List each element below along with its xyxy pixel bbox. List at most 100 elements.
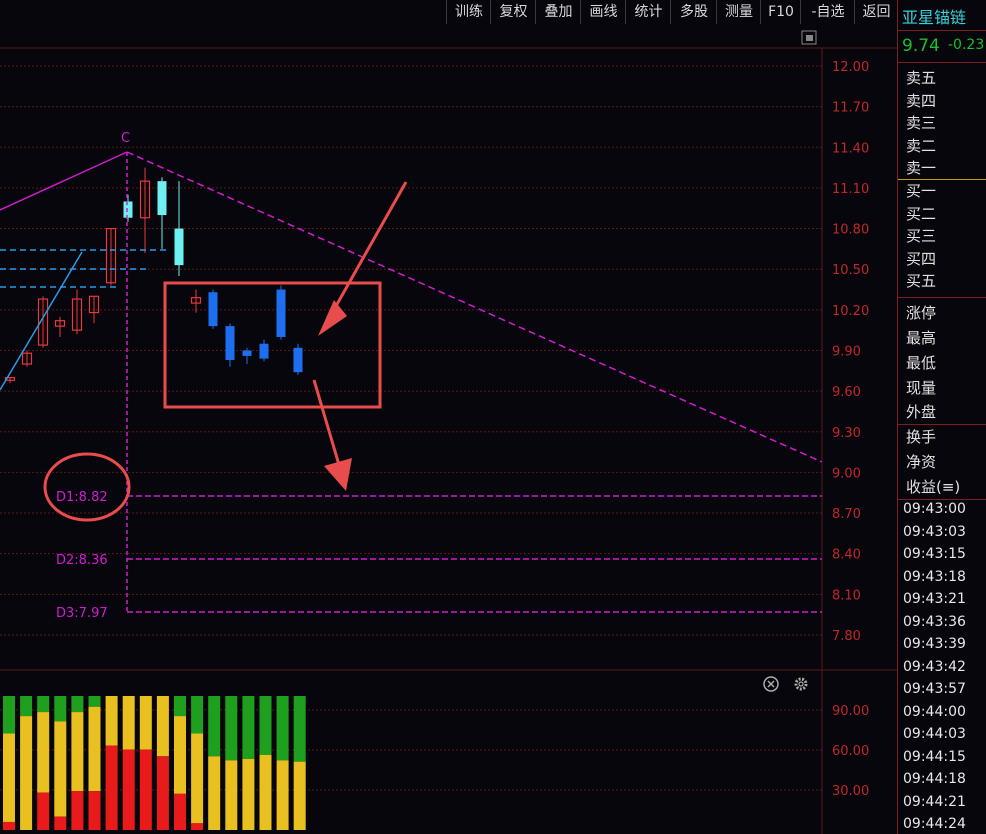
tick-time: 09:43:36 — [903, 613, 966, 630]
tick-time: 09:44:03 — [903, 726, 966, 742]
tick-time: 09:43:57 — [903, 681, 966, 697]
indicator-bar — [225, 696, 238, 830]
candle — [21, 350, 33, 367]
trend-line — [0, 251, 83, 391]
wave-line — [126, 151, 823, 463]
arrow-head — [318, 300, 347, 336]
price-tick-label: 11.40 — [832, 141, 869, 156]
price-tick-label: 11.10 — [832, 182, 869, 197]
indicator-bar — [139, 696, 152, 830]
wave-line — [0, 151, 128, 211]
buy-level-4: 买四 — [906, 249, 937, 268]
arrow-line — [312, 379, 344, 476]
stat-label-3: 现量 — [906, 379, 937, 397]
stat-label-5: 换手 — [906, 428, 937, 446]
arrow-head — [324, 458, 352, 491]
toolbar-button-1[interactable]: 复权 — [490, 0, 536, 24]
highlight-ellipse — [43, 452, 131, 522]
tick-time: 09:43:00 — [903, 501, 966, 517]
tick-time: 09:44:00 — [903, 703, 966, 720]
stat-label-7: 收益(≡) — [906, 478, 961, 496]
toolbar-button-7[interactable]: F10 — [760, 0, 801, 24]
tick-time: 09:43:15 — [903, 546, 966, 562]
candle — [157, 177, 167, 249]
price-tick-label: 8.10 — [832, 588, 861, 603]
candle — [71, 289, 83, 335]
buy-level-3: 买三 — [906, 227, 937, 246]
indicator-bar — [191, 696, 204, 830]
indicator-bar — [242, 696, 255, 830]
price-tick-label: 10.20 — [832, 304, 869, 319]
stock-price: 9.74 — [902, 36, 940, 56]
price-tick-label: 12.00 — [832, 60, 869, 75]
price-tick-label: 10.80 — [832, 223, 869, 238]
candle — [276, 285, 286, 340]
gear-icon[interactable] — [794, 677, 808, 691]
indicator-bar — [156, 696, 169, 830]
tick-time: 09:44:21 — [903, 793, 966, 810]
toolbar-button-8[interactable]: -自选 — [800, 0, 855, 24]
toolbar-button-9[interactable]: 返回 — [854, 0, 898, 24]
stat-label-4: 外盘 — [906, 403, 937, 421]
candle — [293, 343, 303, 375]
price-tick-label: 9.60 — [832, 385, 861, 400]
tick-time: 09:44:24 — [903, 816, 966, 832]
candle — [259, 339, 269, 362]
tick-time: 09:43:39 — [903, 636, 966, 652]
peak-label: C — [121, 131, 130, 146]
sell-level-1: 卖一 — [906, 159, 937, 178]
toolbar-button-6[interactable]: 测量 — [716, 0, 761, 24]
tick-time: 09:43:21 — [903, 591, 966, 607]
indicator-bar — [122, 696, 135, 830]
tick-time: 09:43:03 — [903, 523, 966, 540]
sell-level-2: 卖二 — [906, 136, 937, 155]
tick-time: 09:43:42 — [903, 658, 966, 675]
toolbar-button-5[interactable]: 多股 — [670, 0, 717, 24]
buy-level-2: 买二 — [906, 204, 937, 223]
sell-level-5: 卖五 — [906, 69, 937, 87]
buy-level-1: 买一 — [906, 182, 937, 200]
indicator-bar — [37, 696, 50, 830]
price-tick-label: 8.40 — [832, 548, 861, 563]
toolbar-button-3[interactable]: 画线 — [580, 0, 626, 24]
toolbar-button-4[interactable]: 统计 — [625, 0, 671, 24]
indicator-bar — [105, 696, 118, 830]
arrow-line — [325, 181, 408, 323]
candle — [225, 323, 235, 367]
indicator-tick-label: 60.00 — [832, 744, 869, 759]
price-tick-label: 7.80 — [832, 629, 861, 644]
sell-level-3: 卖三 — [906, 114, 937, 133]
candle — [190, 289, 202, 313]
price-tick-label: 11.70 — [832, 101, 869, 116]
price-tick-label: 10.50 — [832, 263, 869, 278]
candle — [123, 194, 133, 222]
indicator-bar — [174, 696, 186, 830]
candle — [242, 347, 252, 365]
indicator-bar — [276, 696, 289, 830]
indicator-tick-label: 30.00 — [832, 784, 869, 799]
stock-change: -0.23 — [948, 37, 985, 53]
highlight-box — [163, 281, 382, 409]
toolbar-button-0[interactable]: 训练 — [446, 0, 491, 24]
target-label-d1: D1:8.82 — [56, 490, 108, 505]
indicator-bar — [259, 696, 272, 830]
toolbar-button-2[interactable]: 叠加 — [535, 0, 581, 24]
indicator-bar — [3, 696, 15, 830]
stat-label-6: 净资 — [906, 453, 937, 471]
candle — [208, 289, 218, 329]
price-tick-label: 8.70 — [832, 507, 861, 522]
candle — [174, 181, 184, 276]
candle — [139, 167, 151, 253]
stat-label-0: 涨停 — [906, 304, 937, 322]
candle — [54, 316, 66, 337]
close-icon[interactable] — [763, 676, 779, 692]
indicator-bar — [88, 696, 101, 830]
indicator-bar — [54, 696, 67, 830]
toolbar: 训练 复权 叠加 画线 统计 多股 测量 F10 -自选 返回 — [0, 0, 897, 24]
tick-time: 09:44:18 — [903, 771, 966, 787]
price-tick-label: 9.00 — [832, 466, 861, 481]
sell-level-4: 卖四 — [906, 91, 937, 110]
stock-name[interactable]: 亚星锚链 — [902, 4, 966, 28]
stat-label-2: 最低 — [906, 354, 937, 372]
side-panel: 亚星锚链 9.74 -0.23 卖五 卖四 卖三 卖二 卖一 买一 买二 买三 买四 买五 涨停最… — [897, 0, 986, 834]
